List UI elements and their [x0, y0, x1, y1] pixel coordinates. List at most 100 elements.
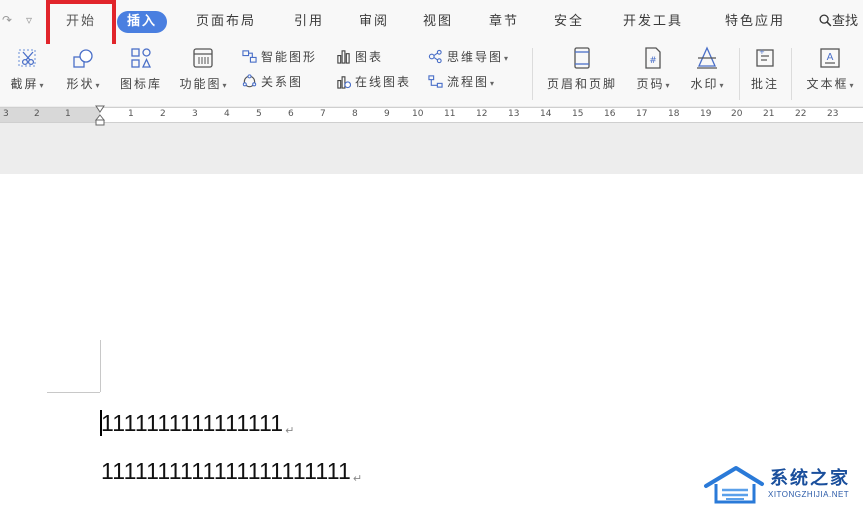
- ribbon-toolbar: 截屏▾ 形状▾ 图标库 功能图▾ 智能图形 关系图 图表 在线图表 思维导图▾ …: [0, 44, 863, 106]
- watermark-icon: [697, 46, 717, 69]
- comment-button[interactable]: + 批注: [746, 44, 784, 104]
- watermark-title: 系统之家: [770, 468, 850, 489]
- ruler-number: 22: [795, 109, 807, 119]
- ruler-number: 16: [604, 109, 616, 119]
- chevron-down-icon: ▾: [719, 81, 724, 90]
- watermark-label: 水印: [690, 77, 719, 91]
- tab-page-layout[interactable]: 页面布局: [196, 11, 256, 33]
- header-footer-label: 页眉和页脚: [546, 77, 617, 91]
- flow-chart-button[interactable]: 流程图▾: [428, 73, 494, 91]
- tab-references[interactable]: 引用: [294, 11, 324, 33]
- horizontal-ruler[interactable]: 3 2 1 1 2 3 4 5 6 7 8 9 10 11 12 13 14 1…: [0, 107, 863, 123]
- ruler-number: 6: [288, 109, 294, 119]
- smart-graphic-label: 智能图形: [261, 50, 318, 64]
- function-chart-icon: [193, 48, 213, 68]
- mind-map-icon: [428, 49, 442, 64]
- mind-map-label: 思维导图: [447, 50, 504, 64]
- icon-library-button[interactable]: 图标库: [116, 44, 166, 104]
- page-number-icon: #: [645, 47, 661, 69]
- shapes-button[interactable]: 形状▾: [60, 44, 106, 104]
- search-label: 查找: [832, 14, 859, 29]
- shapes-icon: [73, 49, 93, 68]
- online-chart-icon: [337, 76, 351, 89]
- ruler-number: 9: [384, 109, 390, 119]
- document-line[interactable]: 1111111111111111 ↵: [101, 410, 295, 437]
- chevron-down-icon: ▾: [39, 81, 44, 90]
- svg-text:+: +: [759, 48, 765, 56]
- ruler-number: 18: [668, 109, 680, 119]
- chart-button[interactable]: 图表: [336, 48, 383, 66]
- tab-developer[interactable]: 开发工具: [623, 11, 683, 33]
- tab-special-apps[interactable]: 特色应用: [725, 11, 785, 33]
- online-chart-label: 在线图表: [355, 75, 412, 89]
- ruler-number: 10: [412, 109, 424, 119]
- flow-chart-label: 流程图: [447, 75, 490, 89]
- bar-chart-icon: [337, 50, 350, 64]
- ruler-number: 12: [476, 109, 488, 119]
- ribbon-divider: [532, 48, 533, 100]
- tab-view[interactable]: 视图: [423, 11, 453, 33]
- comment-label: 批注: [750, 77, 779, 91]
- mind-map-button[interactable]: 思维导图▾: [428, 48, 508, 66]
- tab-insert[interactable]: 插入: [117, 11, 168, 33]
- ruler-number: 23: [827, 109, 839, 119]
- smart-graphic-button[interactable]: 智能图形: [242, 48, 317, 66]
- relation-chart-button[interactable]: 关系图: [242, 73, 303, 91]
- tab-security[interactable]: 安全: [554, 11, 584, 33]
- chevron-down-icon: ▾: [665, 81, 670, 90]
- chart-label: 图表: [355, 50, 384, 64]
- ruler-number: 3: [192, 109, 198, 119]
- function-chart-button[interactable]: 功能图▾: [174, 44, 232, 104]
- watermark-button[interactable]: 水印▾: [684, 44, 730, 104]
- ruler-number: 17: [636, 109, 648, 119]
- svg-text:#: #: [649, 56, 657, 66]
- online-chart-button[interactable]: 在线图表: [336, 73, 411, 91]
- relation-chart-icon: [242, 74, 257, 88]
- screenshot-button[interactable]: 截屏▾: [6, 44, 48, 104]
- tab-review[interactable]: 审阅: [359, 11, 389, 33]
- ruler-number: 2: [34, 109, 40, 119]
- ruler-number: 5: [256, 109, 262, 119]
- chevron-down-icon: ▾: [222, 81, 227, 90]
- tab-section[interactable]: 章节: [489, 11, 519, 33]
- watermark-url: XITONGZHIJIA.NET: [768, 490, 850, 499]
- ribbon-divider: [739, 48, 740, 100]
- quick-access-dropdown-icon[interactable]: ▿: [26, 13, 32, 27]
- house-logo-icon: [704, 466, 764, 504]
- site-watermark: 系统之家 XITONGZHIJIA.NET: [702, 460, 862, 510]
- icon-library-icon: [131, 48, 152, 68]
- scissors-icon: [18, 49, 36, 67]
- header-footer-icon: [574, 47, 590, 69]
- ruler-number: 1: [65, 109, 71, 119]
- margin-corner-mark: [47, 392, 100, 393]
- icon-library-label: 图标库: [119, 77, 162, 91]
- document-line-text: 1111111111111111111111: [101, 458, 351, 484]
- ruler-number: 21: [763, 109, 775, 119]
- indent-marker[interactable]: [95, 104, 105, 126]
- header-footer-button[interactable]: 页眉和页脚: [541, 44, 623, 104]
- ruler-number: 15: [572, 109, 584, 119]
- paragraph-mark-icon: ↵: [352, 473, 363, 485]
- chevron-down-icon: ▾: [490, 79, 495, 88]
- text-box-button[interactable]: A 文本框▾: [800, 44, 860, 104]
- chevron-down-icon: ▾: [504, 54, 509, 63]
- ruler-number: 1: [128, 109, 134, 119]
- screenshot-label: 截屏: [10, 77, 39, 91]
- function-chart-label: 功能图: [179, 77, 222, 91]
- redo-icon[interactable]: ↷: [2, 13, 12, 27]
- ruler-number: 11: [444, 109, 456, 119]
- chevron-down-icon: ▾: [95, 81, 100, 90]
- search-button[interactable]: 查找: [819, 11, 858, 33]
- page-number-label: 页码: [636, 77, 665, 91]
- ruler-number: 4: [224, 109, 230, 119]
- ruler-number: 2: [160, 109, 166, 119]
- document-line[interactable]: 1111111111111111111111 ↵: [101, 458, 362, 485]
- ruler-number: 19: [700, 109, 712, 119]
- document-line-text: 1111111111111111: [101, 410, 284, 436]
- menu-bar: ↷ ▿ 开始 插入 页面布局 引用 审阅 视图 章节 安全 开发工具 特色应用 …: [0, 0, 863, 51]
- page-number-button[interactable]: # 页码▾: [630, 44, 676, 104]
- chevron-down-icon: ▾: [849, 81, 854, 90]
- ruler-margin: [0, 108, 100, 122]
- ruler-number: 3: [3, 109, 9, 119]
- comment-icon: +: [756, 48, 774, 67]
